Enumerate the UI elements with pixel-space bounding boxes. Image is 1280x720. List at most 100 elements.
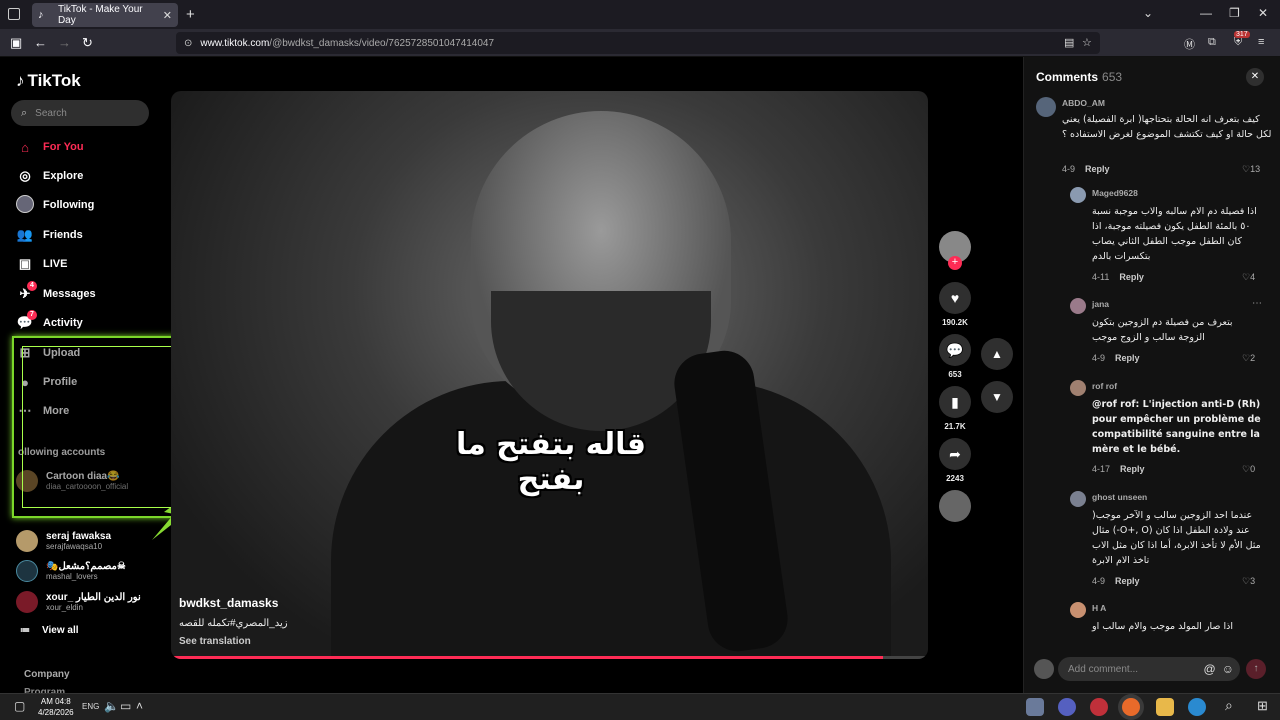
comment-button[interactable]: 💬 653 <box>938 334 972 379</box>
minimize-icon[interactable]: — <box>1200 6 1212 20</box>
extension-m-icon[interactable]: Ⓜ <box>1184 36 1195 52</box>
search-icon[interactable]: ⌕ <box>1225 697 1233 714</box>
emoji-icon[interactable]: ☺ <box>1222 662 1234 676</box>
share-icon: ➦ <box>939 438 971 470</box>
url-bar[interactable]: ⊙ www.tiktok.com /@bwdkst_damasks/video/… <box>176 32 1100 54</box>
bookmark-star-icon[interactable]: ☆ <box>1082 36 1092 49</box>
site-info-icon[interactable]: ⊙ <box>184 38 192 49</box>
app-icon[interactable] <box>1090 698 1108 716</box>
comments-panel: Comments 653 ✕ ABDO_AM كيف بتعرف انه الحا… <box>1023 57 1280 693</box>
like-button[interactable]: ♥ 190.2K <box>938 282 972 327</box>
video-caption: قاله بتفتح ما بفتح <box>455 427 647 497</box>
see-translation-link[interactable]: See translation <box>179 636 251 647</box>
avatar <box>16 591 38 613</box>
close-tab-icon[interactable]: ✕ <box>163 9 172 22</box>
new-tab-button[interactable]: + <box>186 6 195 23</box>
language-indicator[interactable]: ENG <box>82 702 99 711</box>
network-icon[interactable]: ▭ <box>120 699 131 713</box>
music-disc-icon <box>939 490 971 522</box>
previous-video-button[interactable]: ▲ <box>981 338 1013 370</box>
tab-list-icon[interactable] <box>8 8 20 20</box>
comment-author[interactable]: ABDO_AM <box>1062 98 1105 108</box>
reload-icon[interactable]: ↻ <box>82 35 93 51</box>
search-input[interactable]: ⌕ Search <box>11 100 149 126</box>
reply-button[interactable]: Reply <box>1085 164 1110 174</box>
sidebar-toggle-icon[interactable]: ▣ <box>10 35 22 51</box>
nav-live[interactable]: ▣ LIVE <box>16 253 68 275</box>
nav-activity[interactable]: 💬 7 Activity <box>16 310 83 334</box>
creator-avatar[interactable]: + <box>938 231 972 270</box>
comment-like[interactable]: ♡3 <box>1242 576 1255 587</box>
nav-friends[interactable]: 👥 Friends <box>16 224 83 246</box>
video-progress-bar[interactable] <box>171 656 928 659</box>
app-icon[interactable] <box>1026 698 1044 716</box>
reply-button[interactable]: Reply <box>1120 464 1145 474</box>
nav-following[interactable]: Following <box>16 194 94 216</box>
video-username[interactable]: bwdkst_damasks <box>179 596 278 610</box>
heart-icon: ♥ <box>939 282 971 314</box>
avatar <box>1034 659 1054 679</box>
edge-icon[interactable] <box>1188 698 1206 716</box>
comments-title: Comments 653 <box>1036 70 1123 84</box>
video-player[interactable]: قاله بتفتح ما بفتح bwdkst_damasks زيد_ال… <box>171 91 928 659</box>
share-count: 2243 <box>946 474 964 483</box>
account-item[interactable]: 🎭مصمم؟مشعل☠ mashal_lovers <box>16 559 126 583</box>
comment-author[interactable]: ghost unseen <box>1092 492 1147 502</box>
account-item[interactable]: seraj fawaksa serajfawaqsa10 <box>16 529 111 553</box>
comment-like[interactable]: ♡4 <box>1242 272 1255 283</box>
taskbar-clock[interactable]: AM 04:8 4/28/2026 <box>38 696 74 718</box>
more-options-icon[interactable]: ⋯ <box>1252 298 1262 309</box>
share-button[interactable]: ➦ 2243 <box>938 438 972 483</box>
restore-icon[interactable]: ❐ <box>1229 6 1240 20</box>
company-link[interactable]: Company <box>24 669 70 680</box>
nav-for-you[interactable]: ⌂ For You <box>16 136 83 158</box>
reply-button[interactable]: Reply <box>1115 353 1140 363</box>
tiktok-favicon-icon: ♪ <box>38 9 44 21</box>
send-comment-button[interactable]: ↑ <box>1246 659 1266 679</box>
comment-like[interactable]: ♡0 <box>1242 464 1255 475</box>
browser-tab[interactable]: ♪ TikTok - Make Your Day ✕ <box>32 3 178 27</box>
notifications-icon[interactable]: ▢ <box>14 699 25 713</box>
music-disc[interactable] <box>938 490 972 522</box>
tiktok-logo[interactable]: ♪ TikTok <box>16 71 81 91</box>
comment-author[interactable]: jana <box>1092 299 1109 309</box>
nav-messages[interactable]: ✈ 4 Messages <box>16 281 96 305</box>
view-all-link[interactable]: ≔ View all <box>20 625 79 636</box>
tab-overflow-icon[interactable]: ⌄ <box>1143 6 1153 20</box>
nav-explore[interactable]: ◎ Explore <box>16 165 83 187</box>
avatar <box>16 560 38 582</box>
reply-item: jana ⋯ بتعرف من فصيلة دم الزوجين بتكون ا… <box>1070 298 1274 368</box>
close-window-icon[interactable]: ✕ <box>1258 6 1268 20</box>
search-icon: ⌕ <box>21 106 28 119</box>
back-icon[interactable]: ← <box>34 35 47 50</box>
forward-icon[interactable]: → <box>58 35 71 50</box>
save-button[interactable]: ▮ 21.7K <box>938 386 972 431</box>
comment-input-row: Add comment... @ ☺ ↑ <box>1034 656 1270 682</box>
heart-outline-icon: ♡ <box>1242 164 1251 174</box>
file-explorer-icon[interactable] <box>1156 698 1174 716</box>
windows-start-icon[interactable]: ⊞ <box>1257 698 1268 714</box>
reply-button[interactable]: Reply <box>1115 576 1140 586</box>
volume-icon[interactable]: 🔈 <box>104 699 119 713</box>
comment-author[interactable]: H A <box>1092 603 1106 613</box>
comment-item: ABDO_AM كيف بتعرف انه الحالة بتحتاجها( ا… <box>1036 97 1274 177</box>
comment-like[interactable]: ♡2 <box>1242 353 1255 364</box>
mention-icon[interactable]: @ <box>1204 662 1216 676</box>
account-item[interactable]: xour_ نور الدين الطيار xour_eldin <box>16 590 141 614</box>
comment-like[interactable]: ♡13 <box>1242 164 1260 175</box>
comment-text: اذا فصيلة دم الام سالبه والاب موجبة نسبة… <box>1092 206 1257 262</box>
comment-input[interactable]: Add comment... @ ☺ <box>1058 657 1240 681</box>
next-video-button[interactable]: ▼ <box>981 381 1013 413</box>
menu-icon[interactable]: ≡ <box>1258 36 1264 48</box>
comment-author[interactable]: rof rof <box>1092 381 1117 391</box>
reply-button[interactable]: Reply <box>1119 272 1144 282</box>
app-icon[interactable] <box>1058 698 1076 716</box>
firefox-icon[interactable] <box>1122 698 1140 716</box>
chevron-up-icon[interactable]: ˄ <box>136 699 143 713</box>
reader-view-icon[interactable]: ▤ <box>1064 36 1074 49</box>
reply-item: rof rof @rof rof: L'injection anti-D (Rh… <box>1070 380 1274 480</box>
close-comments-icon[interactable]: ✕ <box>1246 68 1264 86</box>
follow-plus-icon[interactable]: + <box>948 256 962 270</box>
comment-author[interactable]: Maged9628 <box>1092 188 1138 198</box>
extensions-icon[interactable]: ⧉ <box>1208 36 1216 49</box>
